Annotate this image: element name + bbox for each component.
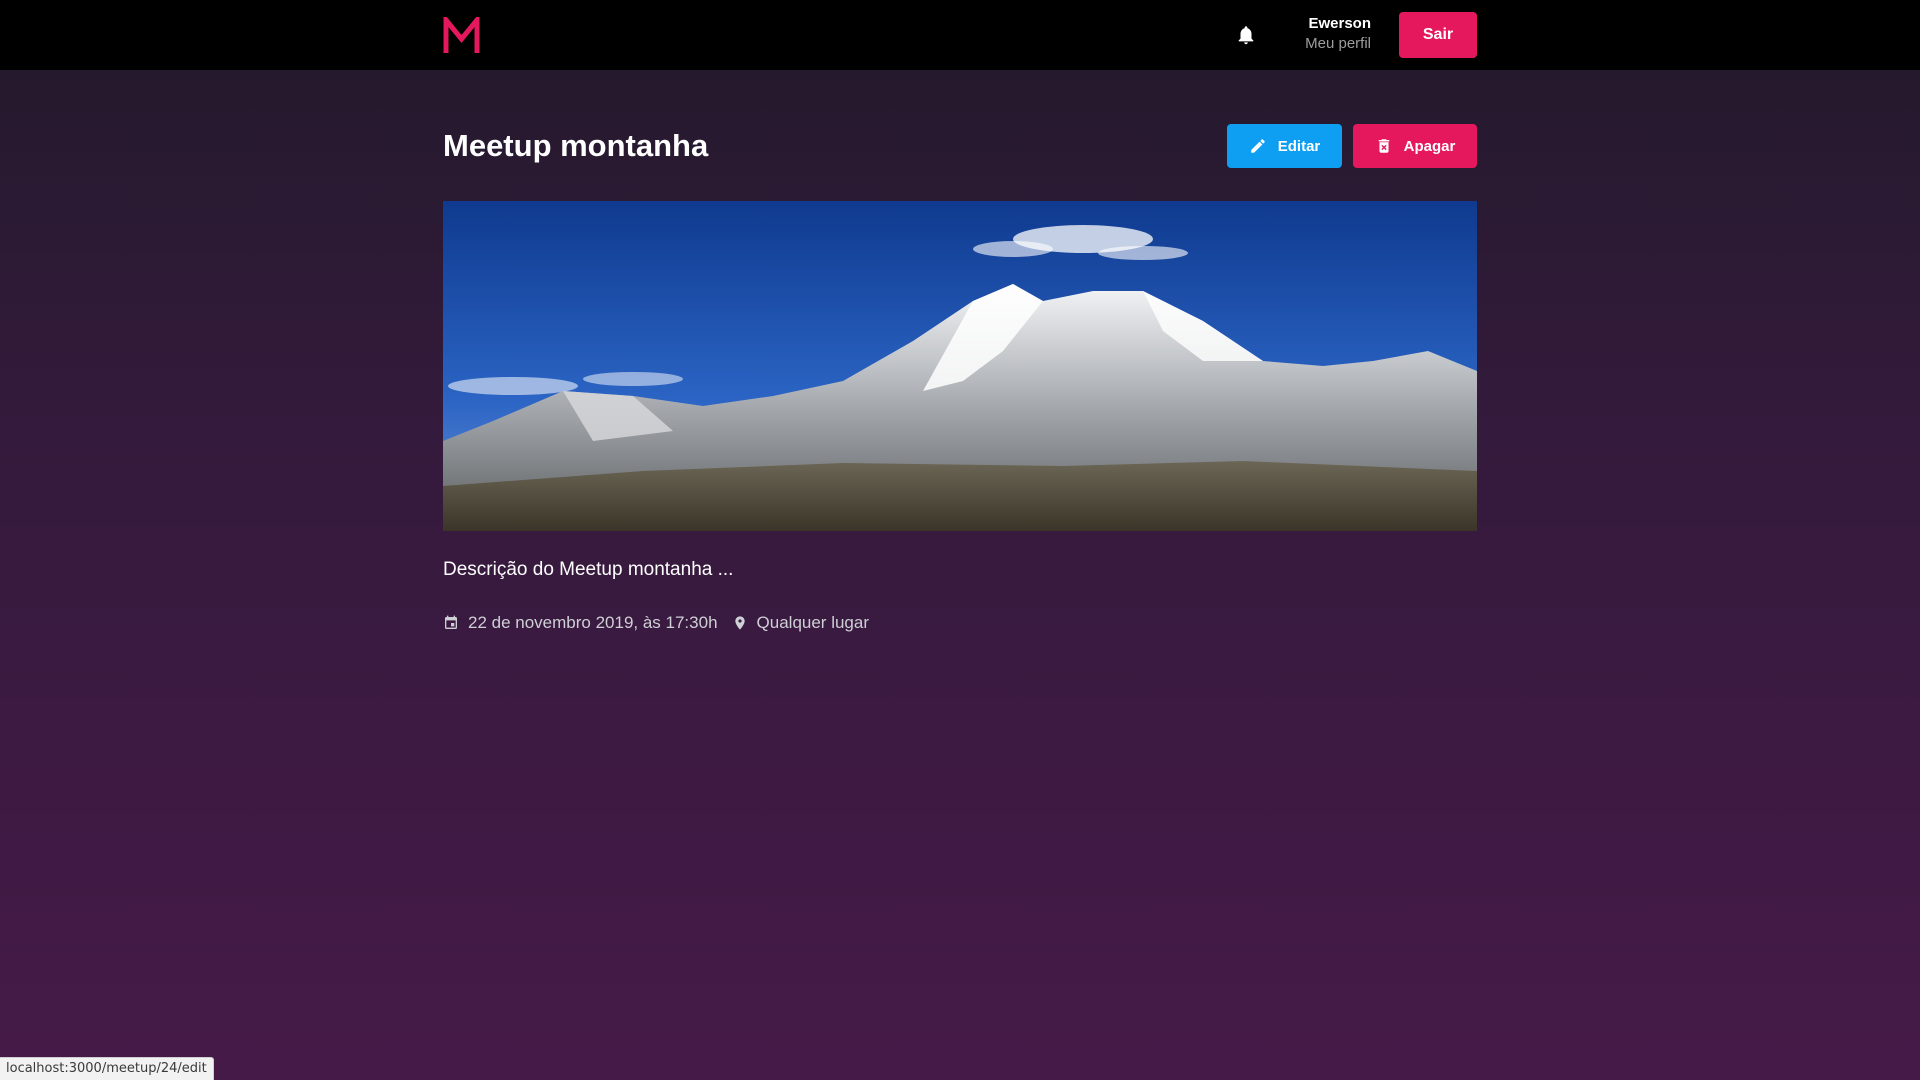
edit-button[interactable]: Editar bbox=[1227, 124, 1342, 168]
profile-link[interactable]: Meu perfil bbox=[1305, 33, 1371, 55]
trash-icon bbox=[1378, 139, 1389, 153]
top-bar-inner: Ewerson Meu perfil Sair bbox=[443, 0, 1477, 70]
pencil-icon bbox=[1250, 139, 1265, 153]
meetup-description: Descrição do Meetup montanha ... bbox=[443, 559, 734, 580]
meetup-date: 22 de novembro 2019, às 17:30h bbox=[468, 613, 718, 632]
profile-name: Ewerson bbox=[1308, 15, 1371, 32]
logo-icon bbox=[443, 16, 480, 53]
edit-button-label: Editar bbox=[1277, 137, 1321, 155]
bell-icon[interactable] bbox=[1235, 24, 1257, 46]
top-bar: Ewerson Meu perfil Sair bbox=[0, 0, 1920, 70]
top-bar-right: Ewerson Meu perfil Sair bbox=[1235, 0, 1477, 70]
meetup-location: Qualquer lugar bbox=[756, 613, 869, 632]
actions: Editar Apagar bbox=[1227, 124, 1477, 168]
meetup-meta: 22 de novembro 2019, às 17:30h Qualquer … bbox=[443, 613, 1477, 633]
page-title: Meetup montanha bbox=[443, 128, 709, 163]
title-row: Meetup montanha Editar Apagar bbox=[443, 124, 1477, 168]
calendar-icon bbox=[445, 615, 457, 629]
profile: Ewerson Meu perfil bbox=[1305, 15, 1371, 55]
meetup-details: Meetup montanha Editar Apagar Descrição … bbox=[443, 124, 1477, 633]
status-bar-url: localhost:3000/meetup/24/edit bbox=[0, 1057, 214, 1080]
location-icon bbox=[734, 616, 745, 630]
logo-link[interactable] bbox=[443, 16, 480, 54]
logout-button[interactable]: Sair bbox=[1399, 12, 1477, 58]
delete-button-label: Apagar bbox=[1403, 137, 1456, 155]
banner-image bbox=[443, 201, 1477, 531]
delete-button[interactable]: Apagar bbox=[1353, 124, 1477, 168]
